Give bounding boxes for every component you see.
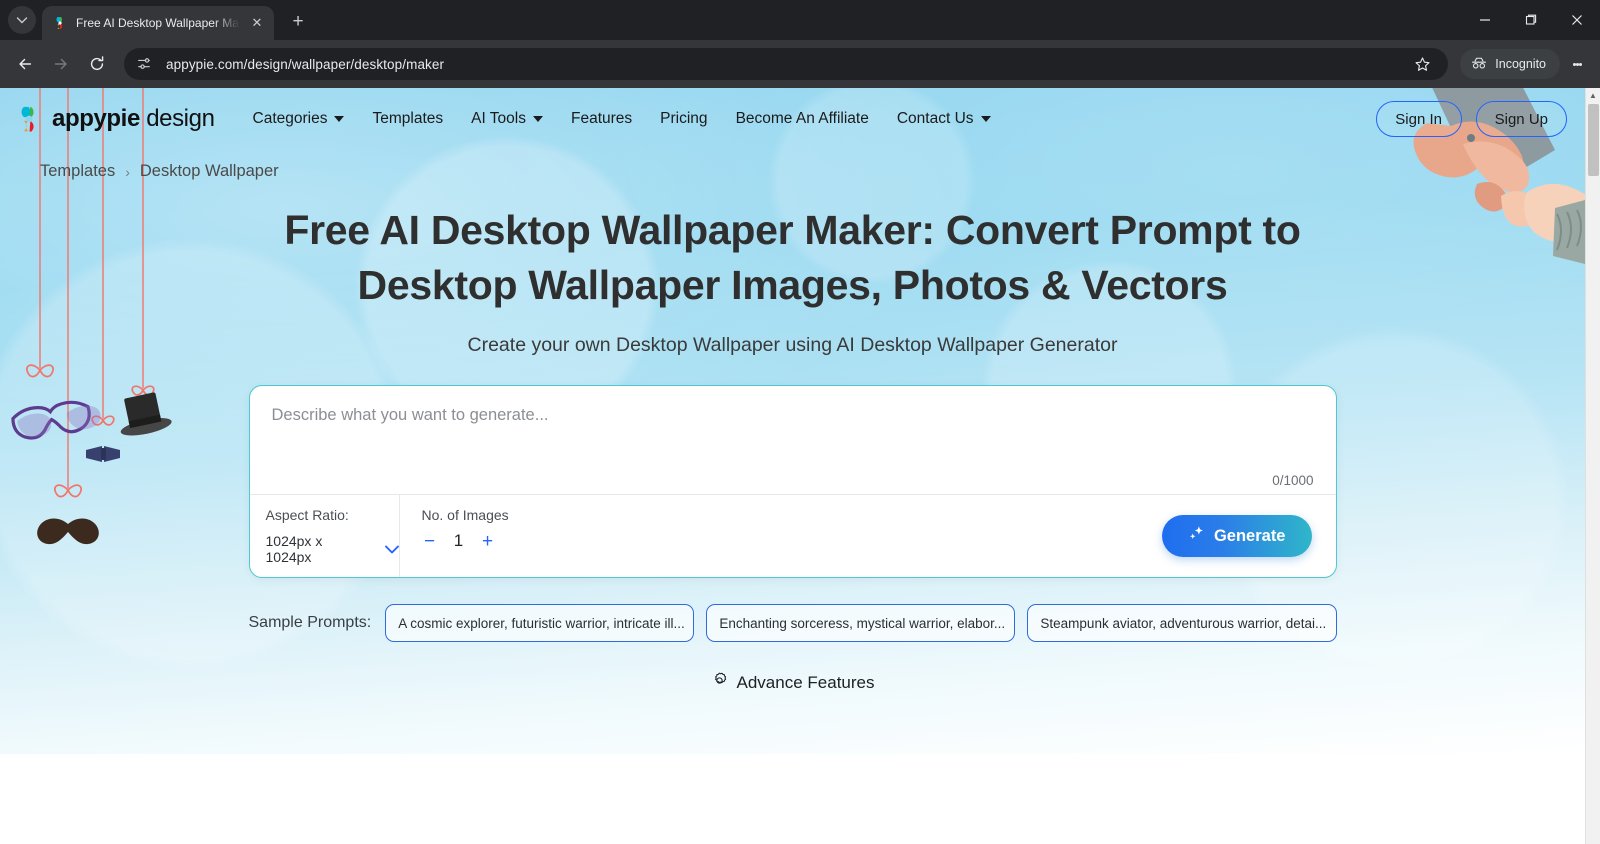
aspect-ratio-value: 1024px x 1024px [265, 533, 323, 566]
window-maximize-button[interactable] [1508, 0, 1554, 40]
decrement-button[interactable]: − [422, 532, 438, 551]
nav-item-contact-us[interactable]: Contact Us [883, 104, 1005, 134]
site-settings-icon[interactable] [132, 52, 156, 76]
nav-links: Categories Templates AI Tools Features P… [239, 104, 1005, 134]
page-title: Free AI Desktop Wallpaper Maker: Convert… [284, 207, 1301, 308]
incognito-indicator[interactable]: Incognito [1460, 49, 1560, 79]
nav-label: Categories [252, 110, 328, 127]
chevron-down-icon [334, 116, 345, 122]
generate-label: Generate [1213, 526, 1286, 545]
incognito-label: Incognito [1495, 57, 1546, 71]
generator-controls: Aspect Ratio: 1024px x 1024px No. of Ima… [250, 495, 1336, 578]
nav-label: Become An Affiliate [735, 110, 869, 127]
forward-button[interactable] [44, 47, 78, 81]
page-scrollbar[interactable]: ▲ [1585, 88, 1600, 844]
kebab-dot [1578, 62, 1582, 66]
browser-window: Free AI Desktop Wallpaper Mak ✕ + appypi… [0, 0, 1600, 844]
site-logo[interactable]: appypie design [14, 104, 215, 134]
incognito-icon [1470, 56, 1488, 73]
reload-icon [90, 56, 104, 71]
sample-prompt-chip[interactable]: Enchanting sorceress, mystical warrior, … [706, 604, 1016, 643]
image-count-label: No. of Images [421, 507, 509, 524]
sample-prompts: Sample Prompts: A cosmic explorer, futur… [248, 604, 1337, 643]
sample-prompts-label: Sample Prompts: [248, 614, 372, 632]
appypie-pinwheel-icon [14, 104, 44, 134]
generate-button-wrap: Generate [1161, 495, 1336, 577]
chevron-down-icon [384, 542, 399, 556]
site-navbar: appypie design Categories Templates AI T… [0, 88, 1585, 150]
nav-item-ai-tools[interactable]: AI Tools [457, 104, 557, 134]
sparkles-icon [1188, 525, 1205, 547]
nav-item-features[interactable]: Features [557, 104, 646, 134]
sign-in-button[interactable]: Sign In [1375, 101, 1462, 137]
advance-features-toggle[interactable]: Advance Features [0, 672, 1585, 694]
maximize-icon [1525, 14, 1537, 25]
bookmark-star-icon[interactable] [1408, 50, 1436, 78]
image-count-control: No. of Images − 1 + [400, 495, 509, 577]
logo-text-bold: appypie [52, 105, 140, 132]
back-button[interactable] [8, 47, 42, 81]
minimize-icon [1480, 19, 1490, 21]
character-counter: 0/1000 [1272, 473, 1314, 489]
close-icon [1572, 15, 1582, 25]
auth-buttons: Sign In Sign Up [1375, 101, 1567, 137]
reload-button[interactable] [80, 47, 114, 81]
logo-text: appypie design [52, 105, 215, 133]
chevron-down-icon [980, 116, 991, 122]
breadcrumb: Templates › Desktop Wallpaper [0, 150, 1585, 181]
arrow-left-icon [19, 58, 32, 70]
url-text: appypie.com/design/wallpaper/desktop/mak… [166, 56, 445, 72]
advance-features-label: Advance Features [736, 673, 875, 693]
nav-label: Contact Us [896, 110, 974, 127]
breadcrumb-separator-icon: › [125, 163, 130, 180]
prompt-placeholder: Describe what you want to generate... [271, 406, 549, 425]
chevron-down-icon [16, 17, 28, 24]
nav-label: Features [571, 110, 633, 127]
aspect-ratio-select[interactable]: 1024px x 1024px [266, 533, 399, 565]
new-tab-button[interactable]: + [284, 8, 312, 36]
window-controls [1462, 0, 1600, 40]
image-count-stepper: − 1 + [422, 531, 509, 551]
breadcrumb-current: Desktop Wallpaper [139, 162, 279, 180]
generator-card: Describe what you want to generate... 0/… [248, 385, 1337, 579]
aspect-ratio-control: Aspect Ratio: 1024px x 1024px [250, 495, 400, 578]
browser-tab[interactable]: Free AI Desktop Wallpaper Mak ✕ [42, 6, 274, 40]
increment-button[interactable]: + [480, 532, 496, 551]
sign-up-button[interactable]: Sign Up [1475, 101, 1567, 137]
gear-icon [711, 672, 728, 694]
address-bar[interactable]: appypie.com/design/wallpaper/desktop/mak… [124, 48, 1449, 80]
nav-label: Templates [372, 110, 444, 127]
page-viewport: appypie design Categories Templates AI T… [0, 88, 1600, 844]
browser-toolbar: appypie.com/design/wallpaper/desktop/mak… [0, 40, 1600, 88]
tab-title: Free AI Desktop Wallpaper Mak [76, 16, 240, 30]
scrollbar-thumb[interactable] [1588, 104, 1599, 176]
nav-item-pricing[interactable]: Pricing [646, 104, 721, 134]
browser-menu-button[interactable] [1562, 47, 1592, 81]
nav-item-categories[interactable]: Categories [239, 104, 359, 134]
page-subtitle: Create your own Desktop Wallpaper using … [467, 334, 1118, 357]
sample-prompt-chip[interactable]: A cosmic explorer, futuristic warrior, i… [385, 604, 695, 643]
tab-close-icon[interactable]: ✕ [248, 15, 266, 31]
nav-item-templates[interactable]: Templates [358, 104, 457, 134]
nav-label: Pricing [660, 110, 708, 127]
nav-label: AI Tools [471, 110, 526, 127]
window-minimize-button[interactable] [1462, 0, 1508, 40]
web-page: appypie design Categories Templates AI T… [0, 88, 1585, 844]
window-close-button[interactable] [1554, 0, 1600, 40]
nav-item-become-an-affiliate[interactable]: Become An Affiliate [722, 104, 883, 134]
chevron-down-icon [533, 116, 543, 122]
image-count-value: 1 [453, 531, 464, 551]
generate-button[interactable]: Generate [1161, 515, 1312, 558]
aspect-ratio-label: Aspect Ratio: [265, 507, 349, 524]
prompt-input[interactable]: Describe what you want to generate... 0/… [250, 386, 1336, 494]
scroll-up-arrow-icon[interactable]: ▲ [1589, 91, 1597, 100]
tab-search-button[interactable] [8, 6, 36, 34]
appypie-logo-icon [52, 15, 68, 31]
arrow-right-icon [54, 58, 67, 70]
sample-prompt-chip[interactable]: Steampunk aviator, adventurous warrior, … [1027, 604, 1337, 643]
tab-strip: Free AI Desktop Wallpaper Mak ✕ + [0, 0, 1600, 40]
logo-text-light: design [146, 105, 215, 132]
breadcrumb-templates-link[interactable]: Templates [40, 162, 115, 181]
